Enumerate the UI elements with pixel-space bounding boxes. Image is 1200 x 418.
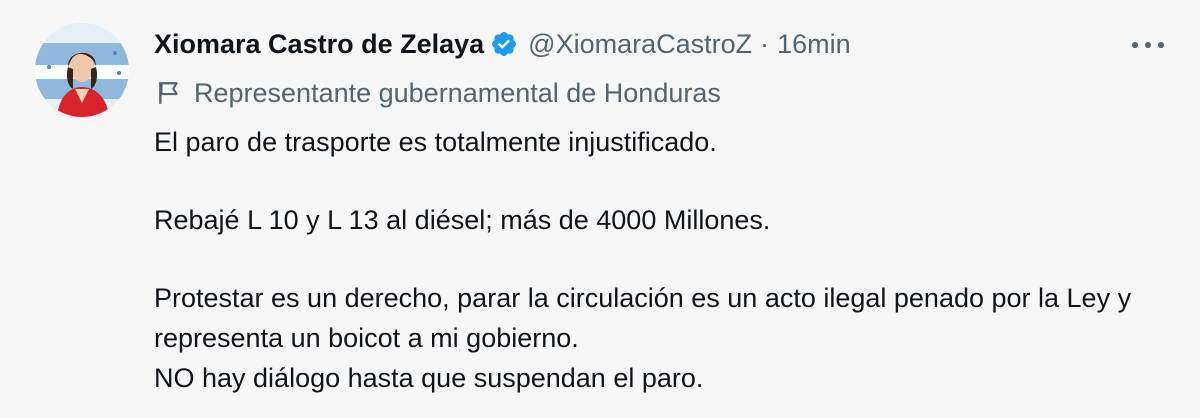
tweet-timestamp[interactable]: 16min bbox=[777, 26, 851, 62]
tweet-header: Xiomara Castro de Zelaya @XiomaraCastroZ… bbox=[154, 26, 851, 62]
tweet-line-2: Rebajé L 10 y L 13 al diésel; más de 400… bbox=[154, 205, 771, 235]
author-name[interactable]: Xiomara Castro de Zelaya bbox=[154, 26, 484, 62]
tweet-line-4: NO hay diálogo hasta que suspendan el pa… bbox=[154, 363, 704, 393]
more-options-icon bbox=[1132, 42, 1164, 48]
tweet-card[interactable]: Xiomara Castro de Zelaya @XiomaraCastroZ… bbox=[0, 0, 1200, 418]
avatar[interactable] bbox=[35, 23, 129, 117]
account-label-text: Representante gubernamental de Honduras bbox=[194, 78, 721, 108]
government-flag-icon bbox=[159, 82, 178, 104]
account-label[interactable]: Representante gubernamental de Honduras bbox=[154, 76, 721, 110]
author-handle[interactable]: @XiomaraCastroZ bbox=[528, 26, 752, 62]
tweet-text: El paro de trasporte es totalmente injus… bbox=[154, 122, 1174, 398]
tweet-line-3: Protestar es un derecho, parar la circul… bbox=[154, 283, 1132, 353]
verified-badge-icon bbox=[490, 30, 518, 58]
separator-dot: · bbox=[760, 29, 770, 59]
more-options-button[interactable] bbox=[1128, 30, 1168, 60]
avatar-image bbox=[35, 23, 129, 117]
tweet-line-1: El paro de trasporte es totalmente injus… bbox=[154, 127, 717, 157]
